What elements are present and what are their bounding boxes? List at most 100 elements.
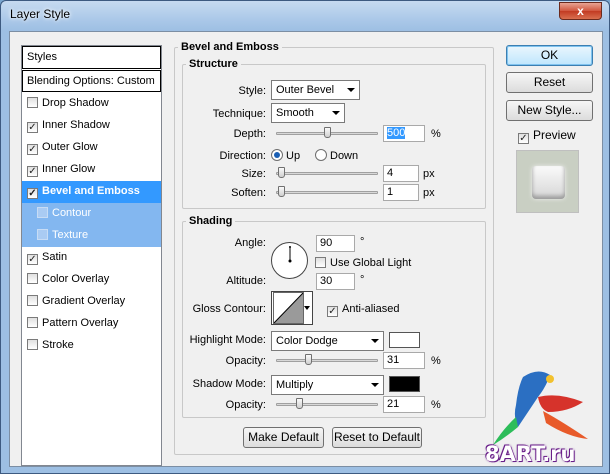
title-bar[interactable]: Layer Style x <box>1 1 609 29</box>
direction-up-option[interactable]: Up <box>271 149 300 162</box>
contour-curve-icon <box>273 292 304 324</box>
layer-style-window: Layer Style x Styles Blending Options: C… <box>0 0 610 474</box>
style-item-label: Color Overlay <box>42 273 110 285</box>
parrot-logo <box>493 371 588 445</box>
chevron-down-icon <box>371 339 379 343</box>
soften-slider[interactable] <box>276 191 378 194</box>
shadow-mode-label: Shadow Mode: <box>192 378 266 390</box>
altitude-input[interactable]: 30 <box>316 273 355 290</box>
depth-input[interactable]: 500 <box>383 125 425 142</box>
blending-options-item[interactable]: Blending Options: Custom <box>22 70 161 92</box>
direction-up-label: Up <box>286 150 301 162</box>
chevron-down-icon <box>304 306 310 310</box>
shadow-mode-value: Multiply <box>276 379 314 391</box>
highlight-color-swatch[interactable] <box>389 332 420 348</box>
highlight-mode-value: Color Dodge <box>276 335 338 347</box>
global-light-option[interactable]: Use Global Light <box>315 257 411 269</box>
style-item-inner-shadow[interactable]: ✓ Inner Shadow <box>22 115 161 137</box>
style-item-bevel-and-emboss[interactable]: ✓ Bevel and Emboss <box>22 181 161 203</box>
style-select[interactable]: Outer Bevel <box>271 80 360 100</box>
style-item-texture[interactable]: Texture <box>22 225 161 247</box>
style-preview <box>516 150 579 213</box>
size-slider-thumb[interactable] <box>277 167 285 178</box>
shadow-opacity-slider[interactable] <box>276 403 378 406</box>
style-item-label: Outer Glow <box>42 141 98 153</box>
style-item-outer-glow[interactable]: ✓ Outer Glow <box>22 137 161 159</box>
highlight-opacity-slider-thumb[interactable] <box>305 354 313 365</box>
style-item-inner-glow[interactable]: ✓ Inner Glow <box>22 159 161 181</box>
checkbox-checked-icon[interactable]: ✓ <box>27 254 38 265</box>
checkbox-unchecked-icon[interactable] <box>27 273 38 284</box>
chevron-down-icon <box>371 383 379 387</box>
close-button[interactable]: x <box>559 2 602 20</box>
highlight-opacity-slider[interactable] <box>276 359 378 362</box>
angle-unit: ° <box>360 236 365 248</box>
shading-title: Shading <box>186 215 236 227</box>
altitude-label: Altitude: <box>226 275 266 287</box>
style-item-color-overlay[interactable]: Color Overlay <box>22 269 161 291</box>
shadow-opacity-input[interactable]: 21 <box>383 396 425 413</box>
shadow-opacity-slider-thumb[interactable] <box>295 398 303 409</box>
style-item-label: Pattern Overlay <box>42 317 119 329</box>
checkbox-unchecked-icon[interactable] <box>37 207 48 218</box>
global-light-label: Use Global Light <box>330 257 412 269</box>
make-default-button[interactable]: Make Default <box>243 427 324 448</box>
style-select-value: Outer Bevel <box>276 84 335 96</box>
reset-to-default-button[interactable]: Reset to Default <box>332 427 422 448</box>
ok-button[interactable]: OK <box>506 45 593 66</box>
reset-button[interactable]: Reset <box>506 72 593 93</box>
shadow-color-swatch[interactable] <box>389 376 420 392</box>
highlight-opacity-label: Opacity: <box>225 355 266 367</box>
style-item-label: Bevel and Emboss <box>42 185 140 197</box>
depth-slider-thumb[interactable] <box>323 127 331 138</box>
checkbox-checked-icon[interactable]: ✓ <box>27 144 38 155</box>
angle-label: Angle: <box>234 237 266 249</box>
checkbox-unchecked-icon[interactable] <box>27 97 38 108</box>
style-item-drop-shadow[interactable]: Drop Shadow <box>22 93 161 115</box>
radio-unselected-icon[interactable] <box>315 149 327 161</box>
preview-swatch <box>532 166 565 199</box>
technique-select[interactable]: Smooth <box>271 103 345 123</box>
style-item-contour[interactable]: Contour <box>22 203 161 225</box>
radio-selected-icon[interactable] <box>271 149 283 161</box>
preview-option[interactable]: ✓ Preview <box>518 128 576 144</box>
style-label: Style: <box>238 85 266 97</box>
checkbox-checked-icon[interactable]: ✓ <box>518 133 529 144</box>
checkbox-unchecked-icon[interactable] <box>27 339 38 350</box>
soften-input[interactable]: 1 <box>383 184 419 201</box>
gloss-contour-picker[interactable] <box>271 291 313 325</box>
style-item-label: Inner Glow <box>42 163 96 175</box>
checkbox-checked-icon[interactable]: ✓ <box>27 122 38 133</box>
angle-dial[interactable] <box>271 242 308 279</box>
highlight-opacity-input[interactable]: 31 <box>383 352 425 369</box>
watermark-text: 8ART.ru <box>485 442 576 466</box>
shadow-opacity-unit: % <box>431 399 441 411</box>
shadow-opacity-label: Opacity: <box>225 399 266 411</box>
angle-input[interactable]: 90 <box>316 235 355 252</box>
style-item-satin[interactable]: ✓ Satin <box>22 247 161 269</box>
styles-header[interactable]: Styles <box>22 46 161 69</box>
checkbox-checked-icon[interactable]: ✓ <box>327 306 338 317</box>
new-style-button[interactable]: New Style... <box>506 100 593 121</box>
style-item-stroke[interactable]: Stroke <box>22 335 161 357</box>
size-input[interactable]: 4 <box>383 165 419 182</box>
direction-down-option[interactable]: Down <box>315 149 358 162</box>
soften-label: Soften: <box>231 187 266 199</box>
checkbox-unchecked-icon[interactable] <box>27 295 38 306</box>
anti-aliased-option[interactable]: ✓ Anti-aliased <box>327 303 399 317</box>
checkbox-unchecked-icon[interactable] <box>37 229 48 240</box>
checkbox-checked-icon[interactable]: ✓ <box>27 188 38 199</box>
highlight-mode-select[interactable]: Color Dodge <box>271 331 384 351</box>
checkbox-unchecked-icon[interactable] <box>315 257 326 268</box>
style-item-pattern-overlay[interactable]: Pattern Overlay <box>22 313 161 335</box>
style-item-label: Stroke <box>42 339 74 351</box>
soften-slider-thumb[interactable] <box>277 186 285 197</box>
checkbox-checked-icon[interactable]: ✓ <box>27 166 38 177</box>
size-slider[interactable] <box>276 172 378 175</box>
checkbox-unchecked-icon[interactable] <box>27 317 38 328</box>
style-item-gradient-overlay[interactable]: Gradient Overlay <box>22 291 161 313</box>
styles-list: Styles Blending Options: Custom Drop Sha… <box>21 45 162 466</box>
gloss-contour-label: Gloss Contour: <box>192 303 266 315</box>
bevel-emboss-title: Bevel and Emboss <box>178 41 282 53</box>
shadow-mode-select[interactable]: Multiply <box>271 375 384 395</box>
